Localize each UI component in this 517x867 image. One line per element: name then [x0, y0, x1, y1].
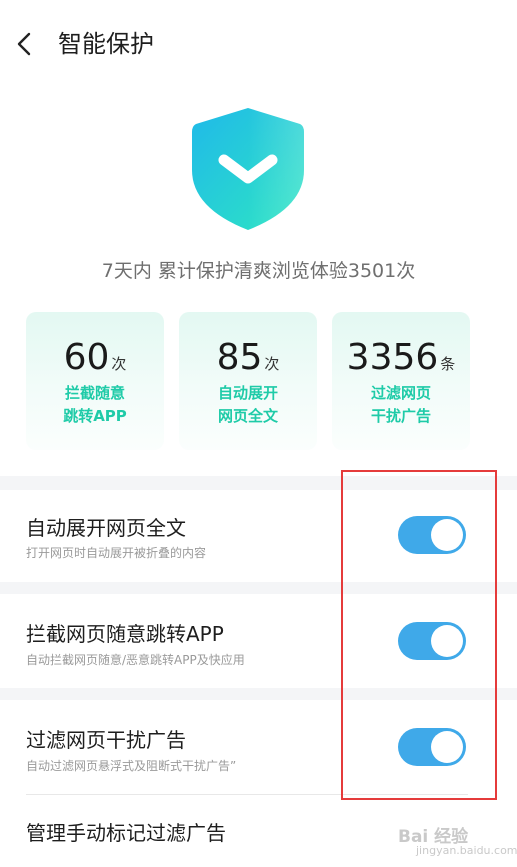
stat-label: 跳转APP	[63, 407, 127, 425]
setting-title: 拦截网页随意跳转APP	[26, 622, 224, 646]
setting-desc: 自动拦截网页随意/恶意跳转APP及快应用	[26, 653, 245, 667]
stat-label: 干扰广告	[370, 407, 431, 425]
protection-summary: 7天内 累计保护清爽浏览体验3501次	[101, 260, 416, 282]
setting-title: 自动展开网页全文	[26, 516, 186, 540]
stat-label: 自动展开	[217, 384, 278, 402]
stat-card-ads: 3356 条 过滤网页干扰广告	[332, 312, 470, 450]
setting-title: 过滤网页干扰广告	[26, 728, 186, 752]
back-button[interactable]	[10, 28, 40, 60]
stat-card-redirect: 60 次 拦截随意跳转APP	[26, 312, 164, 450]
stat-unit: 次	[264, 355, 280, 373]
stat-value: 85	[216, 337, 263, 378]
watermark-line2: jingyan.baidu.com	[416, 844, 517, 857]
stat-label: 过滤网页	[370, 384, 431, 402]
top-bar: 智能保护	[0, 0, 517, 90]
stat-unit: 次	[111, 355, 127, 373]
baidu-watermark: Bai 经验 jingyan.baidu.com	[396, 818, 517, 862]
setting-desc: 打开网页时自动展开被折叠的内容	[26, 546, 207, 560]
shield-check-icon	[192, 108, 304, 230]
stat-unit: 条	[440, 355, 456, 373]
chevron-left-icon	[17, 32, 31, 56]
highlight-box	[341, 470, 497, 800]
stat-label: 网页全文	[217, 407, 278, 425]
stat-value: 3356	[346, 337, 439, 378]
stat-value: 60	[63, 337, 110, 378]
setting-desc: 自动过滤网页悬浮式及阻断式干扰广告”	[26, 759, 237, 773]
manage-manual-ads-label: 管理手动标记过滤广告	[26, 821, 226, 845]
stat-label: 拦截随意	[64, 384, 125, 402]
stat-card-expand: 85 次 自动展开网页全文	[179, 312, 317, 450]
page-title: 智能保护	[58, 30, 154, 58]
